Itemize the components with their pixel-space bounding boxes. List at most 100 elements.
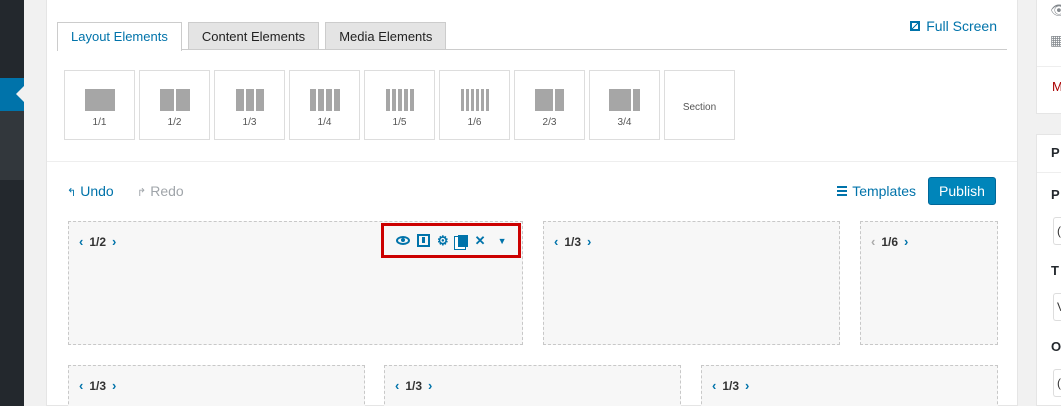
element-label: Section [682, 102, 717, 113]
element-1-3[interactable]: 1/3 [214, 70, 285, 140]
admin-sidebar [0, 0, 24, 406]
page-attributes-box: P P ( T V O ( [1036, 134, 1061, 406]
column-size-label: 1/3 [722, 378, 740, 393]
element-label: 3/4 [617, 117, 632, 128]
element-1-1[interactable]: 1/1 [64, 70, 135, 140]
element-section[interactable]: Section [664, 70, 735, 140]
column-block[interactable]: ‹ 1/3 › [543, 221, 840, 345]
column-size-label: 1/2 [89, 234, 107, 249]
column-block[interactable]: ‹ 1/6 › [860, 221, 998, 345]
undo-label: Undo [80, 183, 114, 199]
element-1-5[interactable]: 1/5 [364, 70, 435, 140]
element-3-4[interactable]: 3/4 [589, 70, 660, 140]
chevron-right-icon[interactable]: › [112, 234, 116, 249]
column-layout-icon [235, 89, 264, 111]
chevron-left-icon[interactable]: ‹ [712, 378, 716, 393]
field-label: P [1051, 187, 1060, 202]
eye-icon[interactable] [396, 236, 410, 245]
templates-button[interactable]: Templates [837, 183, 916, 199]
right-sidebar: 👁 ▦ M P P ( T V O ( [1036, 0, 1061, 406]
eye-icon: 👁 [1050, 2, 1061, 18]
column-layout-icon [609, 89, 640, 111]
gear-icon[interactable]: ⚙ [437, 233, 449, 249]
chevron-left-icon[interactable]: ‹ [871, 234, 875, 249]
fullscreen-icon [910, 21, 921, 31]
close-icon[interactable]: ✕ [475, 233, 486, 249]
element-1-4[interactable]: 1/4 [289, 70, 360, 140]
publish-button[interactable]: Publish [928, 177, 996, 205]
chevron-left-icon[interactable]: ‹ [79, 378, 83, 393]
column-size-label: 1/6 [881, 234, 899, 249]
element-label: 1/6 [467, 117, 482, 128]
current-menu-arrow-icon [16, 86, 24, 102]
element-label: 1/1 [92, 117, 107, 128]
column-size-control: ‹ 1/3 › [395, 378, 432, 393]
caret-down-icon[interactable]: ▼ [498, 236, 507, 246]
column-layout-icon [159, 89, 190, 111]
template-select[interactable]: V [1053, 293, 1061, 321]
element-1-6[interactable]: 1/6 [439, 70, 510, 140]
column-layout-icon [460, 89, 489, 111]
tab-content-elements[interactable]: Content Elements [187, 22, 320, 50]
column-block[interactable]: ‹ 1/3 › [384, 365, 681, 406]
box-title: P [1051, 145, 1060, 160]
column-size-label: 1/3 [89, 378, 107, 393]
clone-icon[interactable] [457, 234, 468, 247]
element-label: 2/3 [542, 117, 557, 128]
select-value: V [1057, 300, 1061, 314]
chevron-left-icon[interactable]: ‹ [554, 234, 558, 249]
box-divider [1037, 66, 1061, 67]
templates-label: Templates [852, 183, 916, 199]
element-label: 1/5 [392, 117, 407, 128]
redo-button[interactable]: ↱ Redo [137, 183, 184, 199]
element-2-3[interactable]: 2/3 [514, 70, 585, 140]
column-size-label: 1/3 [564, 234, 582, 249]
calendar-icon: ▦ [1050, 32, 1061, 48]
parent-select[interactable]: ( [1053, 217, 1061, 245]
element-label: 1/2 [167, 117, 182, 128]
tabs-divider [57, 49, 1007, 50]
select-value: ( [1057, 224, 1061, 238]
input-value: ( [1057, 376, 1061, 390]
column-layout-icon [385, 89, 414, 111]
tab-layout-elements[interactable]: Layout Elements [57, 22, 182, 51]
column-block[interactable]: ‹ 1/3 › [701, 365, 998, 406]
full-screen-label: Full Screen [926, 18, 997, 34]
column-size-control: ‹ 1/2 › [79, 234, 116, 249]
column-toolbar: ⚙ ✕ ▼ [381, 223, 521, 258]
column-layout-icon [84, 89, 115, 111]
chevron-left-icon[interactable]: ‹ [79, 234, 83, 249]
column-block[interactable]: ‹ 1/3 › [68, 365, 365, 406]
full-screen-button[interactable]: Full Screen [910, 18, 997, 34]
undo-button[interactable]: ↰ Undo [67, 183, 114, 199]
publish-box: 👁 ▦ M [1036, 0, 1061, 114]
element-1-2[interactable]: 1/2 [139, 70, 210, 140]
column-layout-icon [535, 89, 564, 111]
chevron-right-icon[interactable]: › [745, 378, 749, 393]
column-size-control: ‹ 1/6 › [871, 234, 908, 249]
redo-icon: ↱ [137, 187, 147, 199]
page-builder: Layout Elements Content Elements Media E… [46, 0, 1018, 406]
tab-media-elements[interactable]: Media Elements [325, 22, 447, 50]
column-size-control: ‹ 1/3 › [712, 378, 749, 393]
element-label: 1/3 [242, 117, 257, 128]
builder-divider [47, 161, 1017, 162]
chevron-right-icon[interactable]: › [587, 234, 591, 249]
chevron-right-icon[interactable]: › [112, 378, 116, 393]
column-layout-icon [309, 89, 340, 111]
box-divider [1037, 172, 1061, 173]
column-size-label: 1/3 [405, 378, 423, 393]
redo-label: Redo [150, 183, 184, 199]
column-size-control: ‹ 1/3 › [79, 378, 116, 393]
save-template-icon[interactable] [417, 234, 430, 247]
order-input[interactable]: ( [1053, 369, 1061, 397]
element-label: 1/4 [317, 117, 332, 128]
chevron-right-icon[interactable]: › [428, 378, 432, 393]
element-tabs: Layout Elements Content Elements Media E… [57, 22, 452, 51]
trash-link[interactable]: M [1052, 79, 1061, 94]
chevron-left-icon[interactable]: ‹ [395, 378, 399, 393]
field-label: O [1051, 339, 1061, 354]
column-size-control: ‹ 1/3 › [554, 234, 591, 249]
chevron-right-icon[interactable]: › [904, 234, 908, 249]
undo-icon: ↰ [67, 187, 77, 199]
